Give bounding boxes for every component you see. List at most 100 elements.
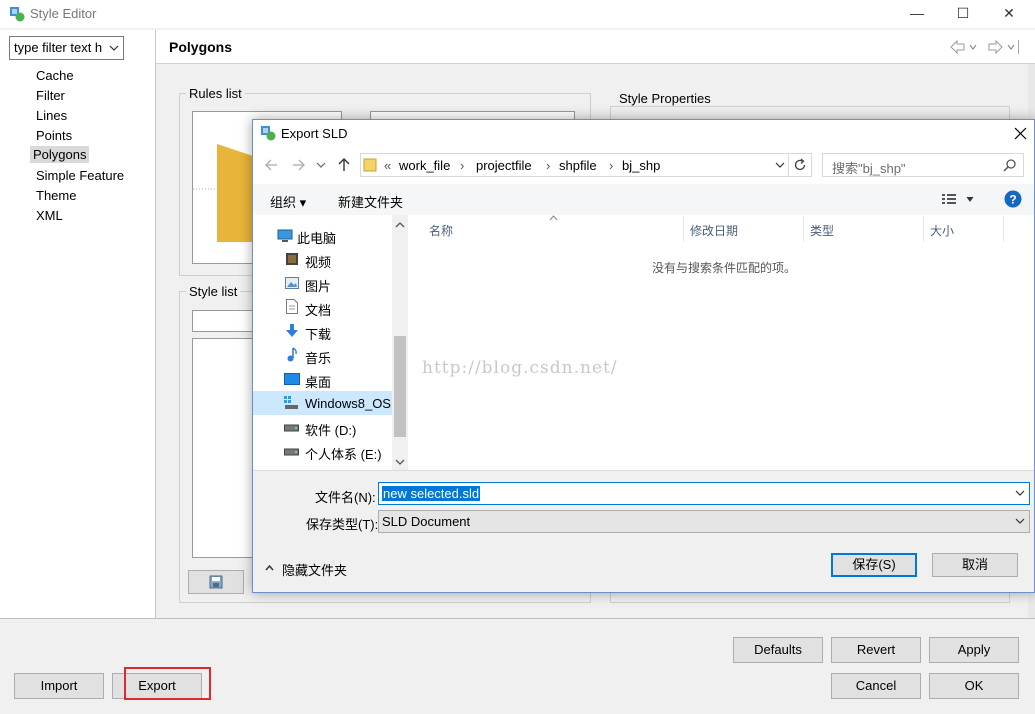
- sidebar-item-cache[interactable]: Cache: [33, 67, 77, 84]
- apply-button[interactable]: Apply: [929, 637, 1019, 663]
- sidebar-item-xml[interactable]: XML: [33, 207, 66, 224]
- revert-button[interactable]: Revert: [831, 637, 921, 663]
- breadcrumb-item-projectfile[interactable]: projectfile: [476, 158, 532, 173]
- pictures-icon: [285, 277, 299, 289]
- forward-arrow-icon[interactable]: [988, 40, 1018, 54]
- save-button[interactable]: 保存(S): [831, 553, 917, 577]
- ok-button[interactable]: OK: [929, 673, 1019, 699]
- nav-item-drive-d[interactable]: 软件 (D:): [305, 420, 356, 439]
- breadcrumb-separator-icon: ›: [460, 158, 465, 173]
- dialog-cancel-button[interactable]: 取消: [932, 553, 1018, 577]
- nav-item-desktop[interactable]: 桌面: [305, 372, 331, 391]
- style-editor-app-icon: [10, 7, 25, 22]
- nav-item-videos[interactable]: 视频: [305, 252, 331, 271]
- cancel-button[interactable]: Cancel: [831, 673, 921, 699]
- close-button[interactable]: ✕: [986, 0, 1032, 28]
- maximize-button[interactable]: ☐: [940, 0, 986, 28]
- empty-message: 没有与搜索条件匹配的项。: [652, 261, 797, 275]
- help-icon[interactable]: ?: [1004, 190, 1022, 208]
- sidebar: [0, 30, 155, 618]
- music-icon: [287, 347, 297, 362]
- import-button[interactable]: Import: [14, 673, 104, 699]
- column-divider[interactable]: [683, 216, 684, 242]
- search-placeholder: 搜索"bj_shp": [832, 161, 906, 176]
- sidebar-item-simple-feature[interactable]: Simple Feature: [33, 167, 127, 184]
- breadcrumb-item-shpfile[interactable]: shpfile: [559, 158, 597, 173]
- style-name-field[interactable]: [192, 310, 254, 332]
- svg-text:?: ?: [1009, 193, 1016, 207]
- column-divider[interactable]: [923, 216, 924, 242]
- breadcrumb-separator-icon: ›: [546, 158, 551, 173]
- filename-value: new selected.sld: [382, 486, 481, 501]
- defaults-button[interactable]: Defaults: [733, 637, 823, 663]
- search-icon[interactable]: [1003, 158, 1017, 172]
- style-list-label: Style list: [186, 284, 241, 299]
- sidebar-divider[interactable]: [155, 30, 156, 618]
- page-title: Polygons: [169, 39, 233, 55]
- sidebar-item-points[interactable]: Points: [33, 127, 75, 144]
- dialog-close-icon[interactable]: [1014, 127, 1027, 140]
- up-folder-icon[interactable]: [337, 157, 351, 172]
- filename-dropdown-icon[interactable]: [1015, 490, 1025, 497]
- scroll-down-icon[interactable]: [395, 459, 405, 466]
- folder-icon: [363, 158, 377, 172]
- nav-item-documents[interactable]: 文档: [305, 300, 331, 319]
- filter-input[interactable]: type filter text h: [9, 36, 124, 60]
- new-folder-button[interactable]: 新建文件夹: [338, 192, 403, 211]
- address-dropdown-icon[interactable]: [775, 162, 785, 169]
- nav-item-downloads[interactable]: 下载: [305, 324, 331, 343]
- sidebar-item-lines[interactable]: Lines: [33, 107, 70, 124]
- breadcrumb-overflow[interactable]: «: [384, 158, 391, 173]
- nav-item-music[interactable]: 音乐: [305, 348, 331, 367]
- filename-label: 文件名(N):: [315, 490, 376, 505]
- export-sld-app-icon: [261, 126, 276, 141]
- breadcrumb-item-work-file[interactable]: work_file: [399, 158, 450, 173]
- column-header-type[interactable]: 类型: [810, 222, 834, 239]
- column-divider[interactable]: [803, 216, 804, 242]
- back-icon[interactable]: [264, 158, 278, 172]
- organize-menu[interactable]: 组织 ▾: [270, 192, 306, 211]
- sort-up-icon: [549, 215, 558, 221]
- scroll-up-icon[interactable]: [395, 221, 405, 228]
- column-header-date-modified[interactable]: 修改日期: [690, 222, 738, 239]
- filetype-select[interactable]: SLD Document: [378, 510, 1030, 533]
- column-header-size[interactable]: 大小: [930, 222, 954, 239]
- watermark-text: http://blog.csdn.net/: [422, 358, 618, 378]
- page-header: [156, 30, 1035, 64]
- minimize-button[interactable]: —: [894, 0, 940, 28]
- nav-item-this-pc[interactable]: 此电脑: [297, 228, 336, 247]
- column-header-name[interactable]: 名称: [429, 222, 453, 239]
- breadcrumb-item-bj-shp[interactable]: bj_shp: [622, 158, 660, 173]
- refresh-icon[interactable]: [793, 158, 807, 172]
- column-divider[interactable]: [1003, 216, 1004, 242]
- sidebar-item-filter[interactable]: Filter: [33, 87, 68, 104]
- nav-item-drive-e[interactable]: 个人体系 (E:): [305, 444, 382, 463]
- nav-item-windows8-os[interactable]: Windows8_OS: [305, 396, 391, 411]
- chevron-down-icon[interactable]: [109, 44, 119, 52]
- forward-icon[interactable]: [292, 158, 306, 172]
- style-properties-label: Style Properties: [616, 91, 714, 106]
- filetype-dropdown-icon[interactable]: [1015, 518, 1025, 525]
- sidebar-item-polygons[interactable]: Polygons: [30, 146, 90, 163]
- save-style-button[interactable]: [188, 570, 244, 594]
- breadcrumb-separator-icon: ›: [609, 158, 614, 173]
- nav-pane-scroll-thumb[interactable]: [394, 336, 406, 437]
- filetype-value: SLD Document: [382, 514, 471, 529]
- download-icon: [286, 324, 298, 337]
- computer-icon: [277, 229, 293, 242]
- save-icon: [209, 575, 223, 589]
- filename-input[interactable]: new selected.sld: [378, 482, 1030, 505]
- file-list[interactable]: [409, 215, 1034, 470]
- style-list[interactable]: [192, 338, 254, 558]
- sidebar-item-theme[interactable]: Theme: [33, 187, 79, 204]
- title-bar: [0, 0, 1035, 28]
- hide-folders-toggle[interactable]: 隐藏文件夹: [282, 560, 347, 579]
- chevron-up-icon[interactable]: [265, 564, 274, 571]
- back-arrow-icon[interactable]: [950, 40, 980, 54]
- address-separator: [788, 154, 789, 176]
- footer-divider: [0, 618, 1035, 619]
- nav-item-pictures[interactable]: 图片: [305, 276, 331, 295]
- view-options-icon[interactable]: [941, 192, 975, 206]
- recent-locations-chevron-icon[interactable]: [316, 162, 326, 169]
- documents-icon: [286, 299, 298, 314]
